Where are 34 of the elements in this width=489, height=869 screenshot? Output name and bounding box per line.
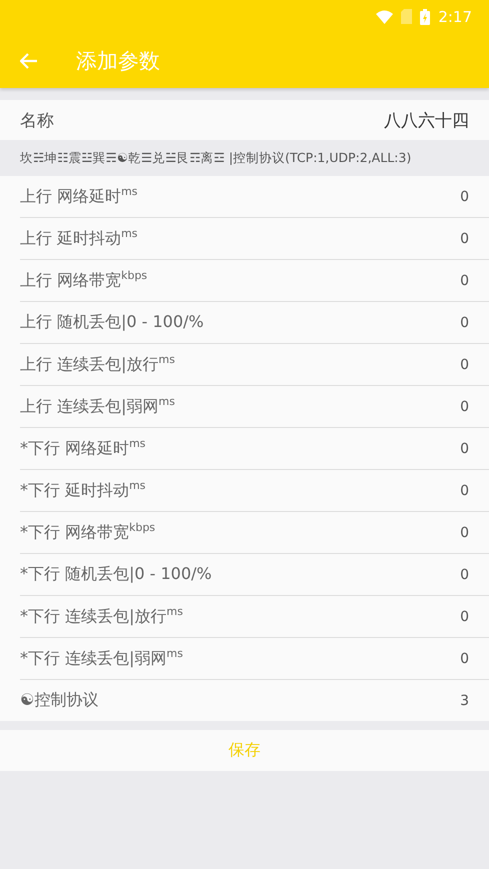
param-value[interactable]: 0 <box>460 230 469 246</box>
param-label: *下行 随机丢包|0 - 100/% <box>20 564 212 585</box>
battery-charging-icon <box>420 8 430 24</box>
param-label: 上行 网络带宽$^{kbps}$ <box>20 269 148 292</box>
param-value[interactable]: 0 <box>460 272 469 288</box>
param-value[interactable]: 0 <box>460 356 469 372</box>
param-value[interactable]: 0 <box>460 398 469 414</box>
param-label: 上行 连续丢包|放行$^{ms}$ <box>20 353 175 376</box>
page-title: 添加参数 <box>76 48 160 74</box>
param-value[interactable]: 0 <box>460 524 469 540</box>
back-arrow-icon[interactable] <box>20 52 38 68</box>
param-label: *下行 连续丢包|弱网$^{ms}$ <box>20 647 183 670</box>
param-label: *下行 网络延时$^{ms}$ <box>20 437 146 460</box>
param-label: *下行 连续丢包|放行$^{ms}$ <box>20 605 183 628</box>
no-sim-icon <box>401 9 412 24</box>
param-label: 上行 延时抖动$^{ms}$ <box>20 227 138 250</box>
param-label: *下行 延时抖动$^{ms}$ <box>20 479 146 502</box>
status-time: 2:17 <box>438 8 472 26</box>
wifi-icon <box>376 10 394 24</box>
param-value[interactable]: 0 <box>460 608 469 624</box>
field-label: 名称 <box>20 110 54 132</box>
param-value[interactable]: 0 <box>460 482 469 498</box>
param-value[interactable]: 0 <box>460 188 469 204</box>
param-label: 上行 网络延时$^{ms}$ <box>20 185 138 208</box>
field-value[interactable]: 八八六十四 <box>384 108 469 132</box>
param-label: ☯控制协议 <box>20 690 98 711</box>
param-value[interactable]: 3 <box>460 692 469 708</box>
param-label: 上行 连续丢包|弱网$^{ms}$ <box>20 395 175 418</box>
param-label: 上行 随机丢包|0 - 100/% <box>20 312 204 333</box>
param-value[interactable]: 0 <box>460 650 469 666</box>
param-value[interactable]: 0 <box>460 440 469 456</box>
param-value[interactable]: 0 <box>460 566 469 582</box>
param-label: *下行 网络带宽$^{kbps}$ <box>20 521 156 544</box>
param-value[interactable]: 0 <box>460 314 469 330</box>
